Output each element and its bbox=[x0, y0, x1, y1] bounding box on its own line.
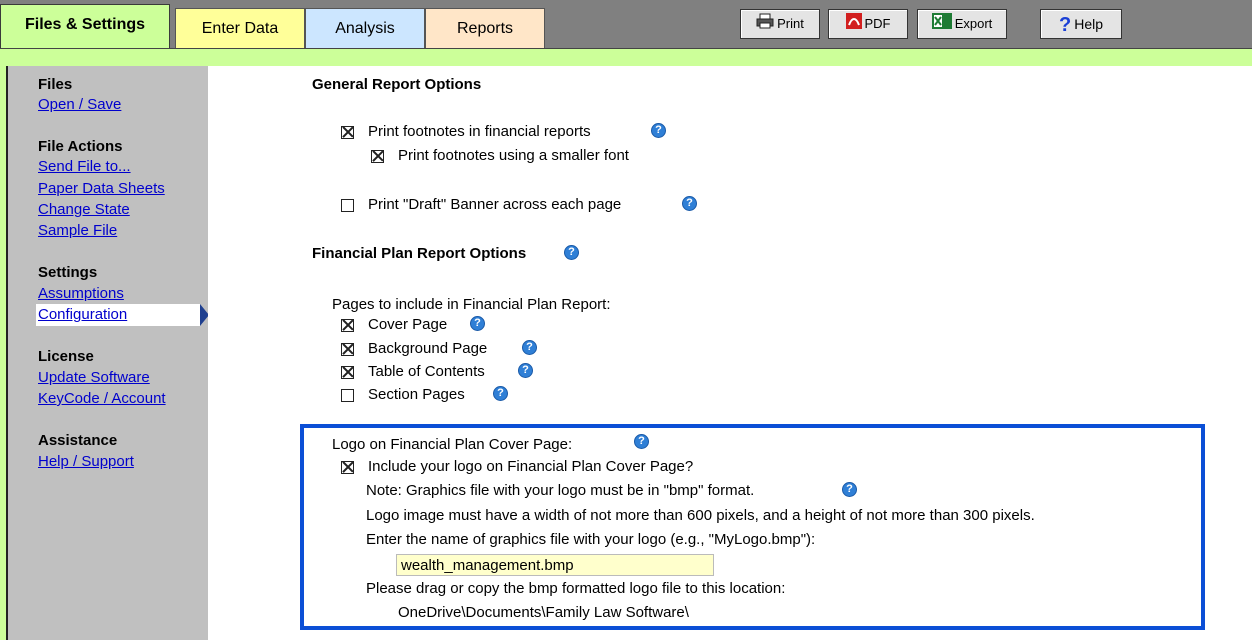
tab-content-strip bbox=[0, 48, 1252, 66]
help-button[interactable]: ? Help bbox=[1040, 9, 1122, 39]
export-button[interactable]: Export bbox=[917, 9, 1007, 39]
print-button[interactable]: Print bbox=[740, 9, 820, 39]
sidebar-heading-license: License bbox=[38, 348, 94, 365]
tab-analysis[interactable]: Analysis bbox=[305, 8, 425, 48]
pdf-label: PDF bbox=[864, 16, 891, 31]
financial-plan-options-heading: Financial Plan Report Options bbox=[312, 245, 527, 262]
info-help-icon[interactable]: ? bbox=[564, 245, 579, 260]
printer-icon bbox=[756, 11, 774, 39]
info-help-icon[interactable]: ? bbox=[842, 482, 857, 497]
table-of-contents-label: Table of Contents bbox=[368, 363, 485, 380]
tab-files-settings[interactable]: Files & Settings bbox=[0, 4, 170, 48]
sidebar-item-help-support[interactable]: Help / Support bbox=[38, 453, 134, 470]
logo-format-note: Note: Graphics file with your logo must … bbox=[366, 482, 755, 499]
top-bar: Files & Settings Enter Data Analysis Rep… bbox=[0, 0, 1252, 48]
cover-page-label: Cover Page bbox=[368, 316, 448, 333]
sidebar: Files Open / Save File Actions Send File… bbox=[34, 66, 209, 640]
section-pages-label: Section Pages bbox=[368, 386, 465, 403]
sidebar-heading-files: Files bbox=[38, 76, 73, 93]
include-logo-checkbox[interactable] bbox=[341, 461, 354, 474]
logo-filename-input[interactable] bbox=[396, 554, 714, 576]
enter-logo-name-label: Enter the name of graphics file with you… bbox=[366, 531, 816, 548]
sidebar-item-sample-file[interactable]: Sample File bbox=[38, 222, 117, 239]
sidebar-item-configuration[interactable]: Configuration bbox=[38, 306, 127, 323]
sidebar-heading-file-actions: File Actions bbox=[38, 138, 123, 155]
info-help-icon[interactable]: ? bbox=[493, 386, 508, 401]
sidebar-heading-assistance: Assistance bbox=[38, 432, 118, 449]
general-report-options-heading: General Report Options bbox=[312, 76, 482, 93]
info-help-icon[interactable]: ? bbox=[518, 363, 533, 378]
logo-size-rule: Logo image must have a width of not more… bbox=[366, 507, 1035, 524]
tab-enter-data[interactable]: Enter Data bbox=[175, 8, 305, 48]
print-footnotes-checkbox[interactable] bbox=[341, 126, 354, 139]
logo-cover-page-label: Logo on Financial Plan Cover Page: bbox=[332, 436, 573, 453]
pdf-icon bbox=[845, 11, 862, 39]
info-help-icon[interactable]: ? bbox=[634, 434, 649, 449]
export-label: Export bbox=[954, 16, 993, 31]
info-help-icon[interactable]: ? bbox=[651, 123, 666, 138]
sidebar-item-keycode-account[interactable]: KeyCode / Account bbox=[38, 390, 166, 407]
background-page-label: Background Page bbox=[368, 340, 488, 357]
sidebar-item-assumptions[interactable]: Assumptions bbox=[38, 285, 124, 302]
sidebar-item-paper-data-sheets[interactable]: Paper Data Sheets bbox=[38, 180, 165, 197]
draft-banner-label: Print "Draft" Banner across each page bbox=[368, 196, 622, 213]
excel-icon bbox=[931, 11, 952, 39]
sidebar-item-send-file[interactable]: Send File to... bbox=[38, 158, 131, 175]
cover-page-checkbox[interactable] bbox=[341, 319, 354, 332]
table-of-contents-checkbox[interactable] bbox=[341, 366, 354, 379]
info-help-icon[interactable]: ? bbox=[470, 316, 485, 331]
info-help-icon[interactable]: ? bbox=[522, 340, 537, 355]
sidebar-item-update-software[interactable]: Update Software bbox=[38, 369, 150, 386]
pdf-button[interactable]: PDF bbox=[828, 9, 908, 39]
tab-reports[interactable]: Reports bbox=[425, 8, 545, 48]
smaller-font-label: Print footnotes using a smaller font bbox=[398, 147, 629, 164]
help-label: Help bbox=[1074, 16, 1103, 32]
section-pages-checkbox[interactable] bbox=[341, 389, 354, 402]
sidebar-item-open-save[interactable]: Open / Save bbox=[38, 96, 121, 113]
drag-copy-instruction: Please drag or copy the bmp formatted lo… bbox=[366, 580, 786, 597]
info-help-icon[interactable]: ? bbox=[682, 196, 697, 211]
print-label: Print bbox=[777, 16, 804, 31]
logo-file-location: OneDrive\Documents\Family Law Software\ bbox=[398, 604, 689, 621]
help-question-icon: ? bbox=[1058, 14, 1072, 37]
logo-options-highlight-box bbox=[300, 424, 1205, 630]
sidebar-heading-settings: Settings bbox=[38, 264, 98, 281]
draft-banner-checkbox[interactable] bbox=[341, 199, 354, 212]
main-content: General Report Options Print footnotes i… bbox=[208, 66, 1252, 640]
background-page-checkbox[interactable] bbox=[341, 343, 354, 356]
include-logo-label: Include your logo on Financial Plan Cove… bbox=[368, 458, 694, 475]
left-edge bbox=[0, 66, 34, 640]
print-footnotes-label: Print footnotes in financial reports bbox=[368, 123, 591, 140]
smaller-font-checkbox[interactable] bbox=[371, 150, 384, 163]
pages-to-include-label: Pages to include in Financial Plan Repor… bbox=[332, 296, 611, 313]
sidebar-item-change-state[interactable]: Change State bbox=[38, 201, 130, 218]
